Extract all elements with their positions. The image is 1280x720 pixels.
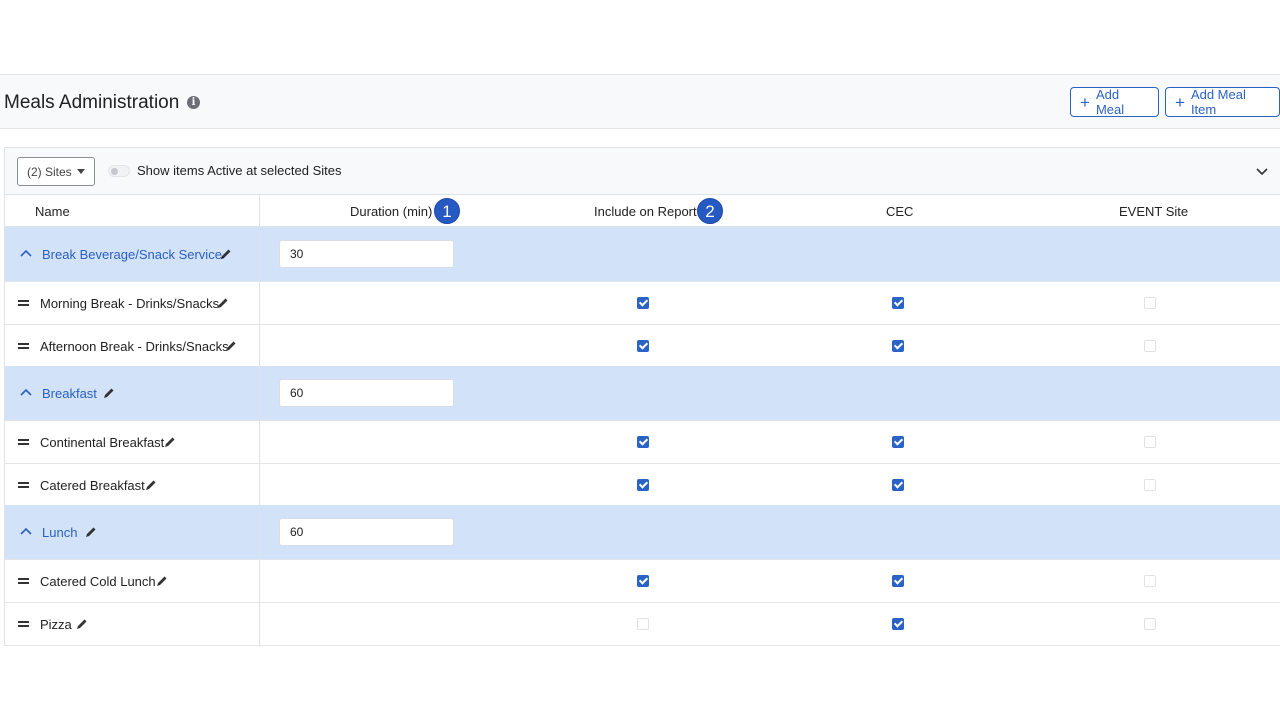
item-name: Pizza bbox=[40, 617, 72, 632]
chevron-up-icon[interactable] bbox=[20, 248, 32, 260]
info-icon[interactable]: i bbox=[187, 96, 200, 109]
chevron-up-icon[interactable] bbox=[20, 387, 32, 399]
drag-handle-icon[interactable] bbox=[18, 343, 29, 350]
drag-handle-icon[interactable] bbox=[18, 578, 29, 585]
pencil-icon[interactable] bbox=[156, 575, 168, 587]
pencil-icon[interactable] bbox=[103, 387, 115, 399]
include-on-report-checkbox[interactable] bbox=[637, 340, 649, 352]
group-row: Lunch bbox=[5, 505, 1280, 560]
pencil-icon[interactable] bbox=[76, 618, 88, 630]
item-name: Catered Cold Lunch bbox=[40, 574, 156, 589]
pencil-icon[interactable] bbox=[217, 297, 229, 309]
column-divider bbox=[259, 195, 260, 647]
group-row: Breakfast bbox=[5, 366, 1280, 421]
include-on-report-checkbox[interactable] bbox=[637, 479, 649, 491]
column-header-event-site: EVENT Site bbox=[1119, 204, 1189, 219]
event-site-checkbox[interactable] bbox=[1144, 479, 1156, 491]
group-name[interactable]: Breakfast bbox=[42, 386, 97, 401]
group-name[interactable]: Break Beverage/Snack Service bbox=[42, 247, 222, 262]
pencil-icon[interactable] bbox=[85, 526, 97, 538]
callout-badge-1: 1 bbox=[434, 198, 460, 224]
event-site-checkbox[interactable] bbox=[1144, 436, 1156, 448]
chevron-up-icon[interactable] bbox=[20, 526, 32, 538]
event-site-checkbox[interactable] bbox=[1144, 297, 1156, 309]
plus-icon: + bbox=[1175, 92, 1185, 112]
table-row: Continental Breakfast bbox=[5, 421, 1280, 464]
cec-checkbox[interactable] bbox=[892, 436, 904, 448]
sites-dropdown[interactable]: (2) Sites bbox=[17, 157, 95, 186]
cec-checkbox[interactable] bbox=[892, 340, 904, 352]
drag-handle-icon[interactable] bbox=[18, 621, 29, 628]
table-row: Afternoon Break - Drinks/Snacks bbox=[5, 325, 1280, 368]
drag-handle-icon[interactable] bbox=[18, 300, 29, 307]
item-name: Catered Breakfast bbox=[40, 478, 145, 493]
drag-handle-icon[interactable] bbox=[18, 482, 29, 489]
add-meal-button[interactable]: + Add Meal bbox=[1070, 87, 1159, 117]
chevron-down-icon[interactable] bbox=[1255, 165, 1269, 179]
caret-down-icon bbox=[76, 169, 85, 174]
sites-dropdown-label: (2) Sites bbox=[27, 164, 72, 179]
cec-checkbox[interactable] bbox=[892, 297, 904, 309]
column-header-cec: CEC bbox=[886, 204, 914, 219]
column-header-name: Name bbox=[35, 204, 70, 219]
item-name: Morning Break - Drinks/Snacks bbox=[40, 296, 220, 311]
pencil-icon[interactable] bbox=[145, 479, 157, 491]
table-row: Catered Breakfast bbox=[5, 464, 1280, 507]
cec-checkbox[interactable] bbox=[892, 618, 904, 630]
event-site-checkbox[interactable] bbox=[1144, 340, 1156, 352]
duration-input[interactable] bbox=[279, 240, 454, 268]
pencil-icon[interactable] bbox=[225, 340, 237, 352]
event-site-checkbox[interactable] bbox=[1144, 618, 1156, 630]
column-header-duration: Duration (min) bbox=[350, 204, 433, 219]
cec-checkbox[interactable] bbox=[892, 575, 904, 587]
add-meal-label: Add Meal bbox=[1095, 87, 1125, 117]
include-on-report-checkbox[interactable] bbox=[637, 618, 649, 630]
include-on-report-checkbox[interactable] bbox=[637, 436, 649, 448]
pencil-icon[interactable] bbox=[220, 248, 232, 260]
event-site-checkbox[interactable] bbox=[1144, 575, 1156, 587]
meals-panel: (2) Sites Show items Active at selected … bbox=[4, 147, 1280, 647]
duration-input[interactable] bbox=[279, 379, 454, 407]
pencil-icon[interactable] bbox=[164, 436, 176, 448]
drag-handle-icon[interactable] bbox=[18, 439, 29, 446]
callout-badge-2: 2 bbox=[697, 198, 723, 224]
add-meal-item-label: Add Meal Item bbox=[1190, 87, 1246, 117]
table-row: Catered Cold Lunch bbox=[5, 560, 1280, 603]
group-name[interactable]: Lunch bbox=[42, 525, 77, 540]
item-name: Afternoon Break - Drinks/Snacks bbox=[40, 339, 229, 354]
add-meal-item-button[interactable]: + Add Meal Item bbox=[1165, 87, 1280, 117]
cec-checkbox[interactable] bbox=[892, 479, 904, 491]
item-name: Continental Breakfast bbox=[40, 435, 165, 450]
include-on-report-checkbox[interactable] bbox=[637, 297, 649, 309]
table-header: Name Duration (min) 1 Include on Report … bbox=[5, 195, 1280, 227]
page-header: Meals Administration i + Add Meal + Add … bbox=[0, 74, 1280, 129]
table-row: Pizza bbox=[5, 603, 1280, 646]
group-row: Break Beverage/Snack Service bbox=[5, 227, 1280, 282]
include-on-report-checkbox[interactable] bbox=[637, 575, 649, 587]
duration-input[interactable] bbox=[279, 518, 454, 546]
toggle-label: Show items Active at selected Sites bbox=[137, 163, 342, 178]
table-row: Morning Break - Drinks/Snacks bbox=[5, 282, 1280, 325]
column-header-include-on-report: Include on Report bbox=[594, 204, 697, 219]
page-title: Meals Administration bbox=[4, 92, 180, 113]
plus-icon: + bbox=[1080, 92, 1090, 112]
active-at-sites-toggle[interactable] bbox=[108, 165, 130, 177]
filter-toolbar: (2) Sites Show items Active at selected … bbox=[5, 148, 1280, 195]
